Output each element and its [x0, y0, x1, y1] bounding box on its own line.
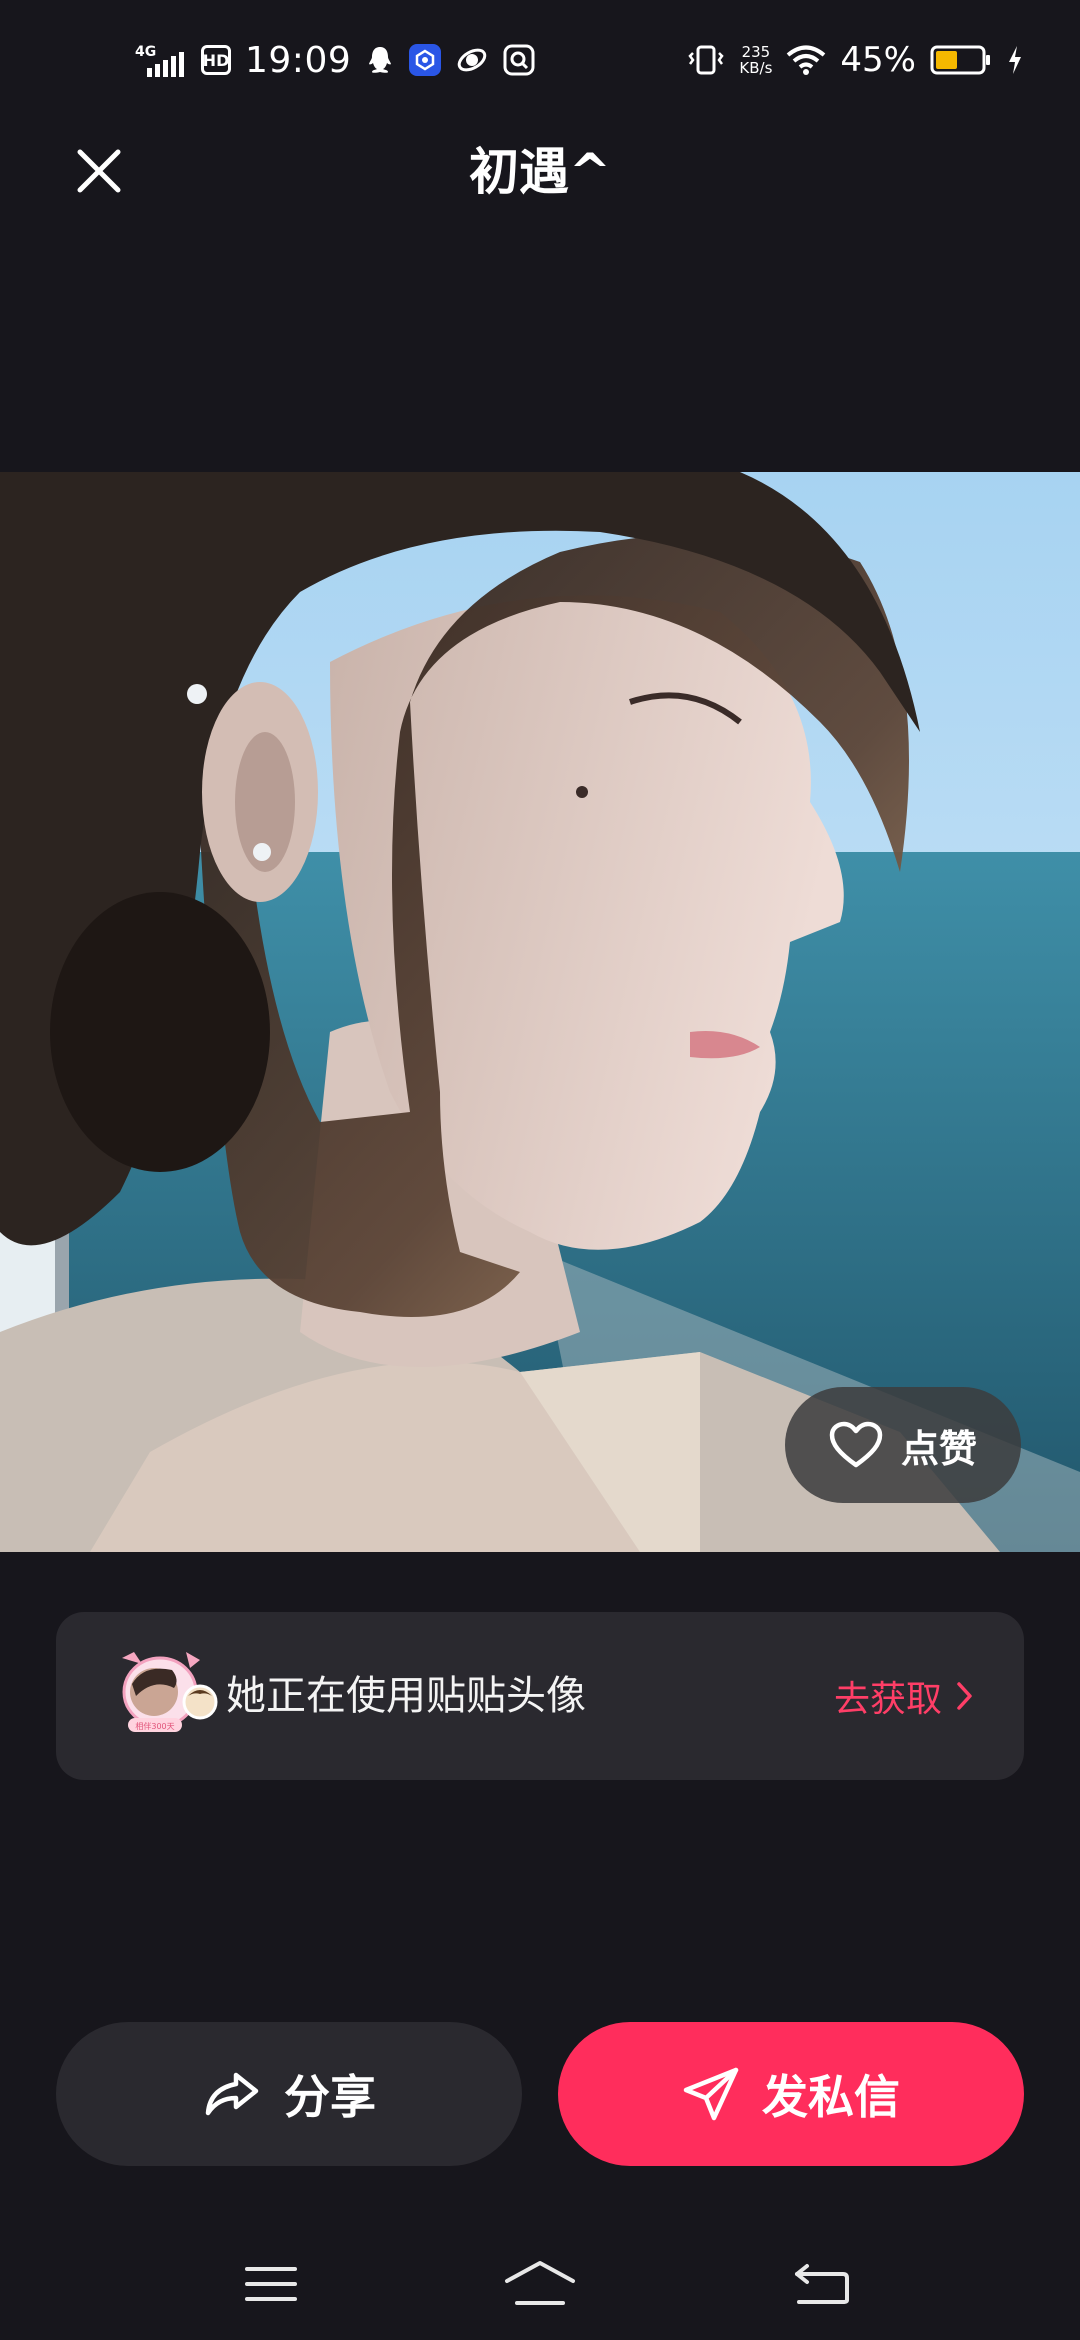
avatar-badge-text: 相伴300天	[135, 1721, 174, 1731]
share-icon	[205, 2072, 259, 2116]
clock-time: 19:09	[245, 39, 352, 81]
network-type-label: 4G	[135, 44, 156, 60]
send-message-label: 发私信	[762, 2070, 900, 2124]
system-nav-bar	[0, 2240, 1080, 2340]
network-speed: 235 KB/s	[739, 44, 772, 76]
wifi-icon	[786, 44, 826, 76]
menu-icon	[245, 2267, 297, 2301]
promo-text: 她正在使用贴贴头像	[226, 1673, 586, 1719]
recent-apps-button[interactable]	[226, 2244, 316, 2324]
back-button[interactable]	[777, 2244, 867, 2324]
hd-voice-badge: HD	[201, 45, 231, 75]
network-speed-value: 235	[741, 43, 771, 61]
charging-icon	[1006, 44, 1024, 76]
chevron-right-icon	[957, 1682, 972, 1710]
battery-fill	[936, 51, 957, 69]
get-avatar-label: 去获取	[833, 1679, 942, 1720]
battery-percentage: 45%	[840, 40, 916, 80]
status-left: 4G HD 19:09	[135, 32, 535, 88]
qq-notification-icon	[365, 44, 395, 76]
status-right: 235 KB/s 45%	[687, 32, 1024, 88]
page-title: 初遇^	[469, 143, 611, 201]
header: 初遇^	[0, 120, 1080, 210]
app-notification-icon	[409, 44, 442, 76]
couple-avatar-thumbnail: 相伴300天	[114, 1648, 222, 1736]
cellular-signal-icon: 4G	[135, 42, 187, 78]
like-button[interactable]: 点赞	[785, 1387, 1021, 1503]
vibrate-icon	[687, 44, 725, 76]
like-label: 点赞	[900, 1426, 977, 1471]
get-avatar-link[interactable]: 去获取	[834, 1612, 974, 1780]
planet-notification-icon	[455, 45, 489, 75]
share-label: 分享	[284, 2070, 376, 2124]
battery-icon	[930, 44, 992, 76]
share-button[interactable]: 分享	[56, 2022, 522, 2166]
search-app-notification-icon	[503, 44, 535, 76]
status-bar: 4G HD 19:09 235 KB/s 45%	[0, 0, 1080, 120]
heart-icon	[829, 1421, 883, 1468]
back-icon	[795, 2264, 849, 2304]
paper-plane-icon	[683, 2067, 739, 2121]
send-message-button[interactable]: 发私信	[558, 2022, 1024, 2166]
avatar-promo-card[interactable]: 相伴300天 她正在使用贴贴头像 去获取	[56, 1612, 1024, 1780]
network-speed-unit: KB/s	[739, 59, 773, 77]
home-button[interactable]	[495, 2244, 585, 2324]
home-icon	[505, 2261, 575, 2305]
